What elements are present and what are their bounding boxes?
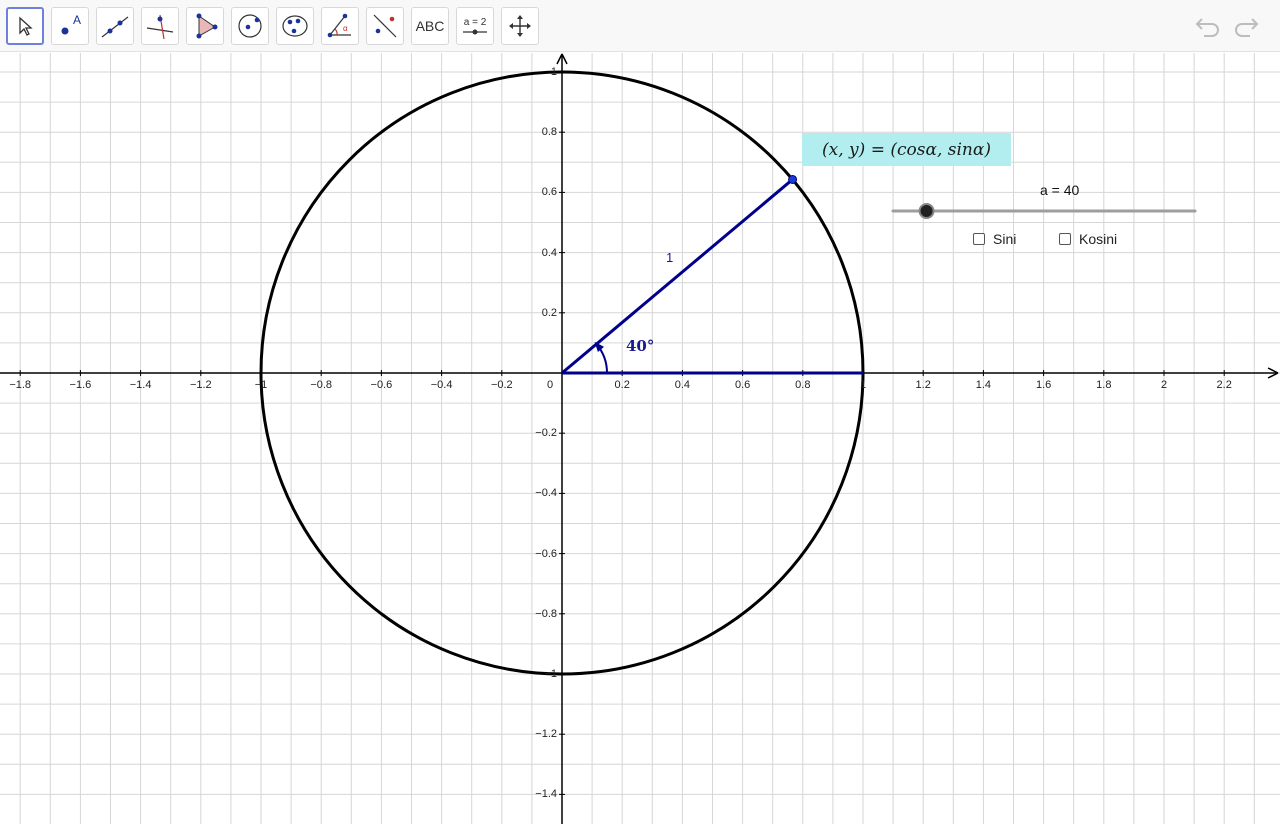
redo-icon (1235, 18, 1259, 37)
slider-tool-label: a = 2 (463, 16, 487, 28)
move-tool-button[interactable] (6, 7, 44, 45)
angle-tool-button[interactable]: α (321, 7, 359, 45)
point-on-circle (788, 174, 798, 184)
kosini-checkbox-box[interactable] (1059, 233, 1071, 245)
move-view-tool-button[interactable] (501, 7, 539, 45)
reflect-tool-button[interactable] (366, 7, 404, 45)
y-tick-label: 0.8 (541, 126, 557, 139)
y-tick-label: −1.4 (535, 788, 557, 801)
y-tick-label: −1.2 (535, 728, 557, 741)
redo-button[interactable] (1231, 12, 1261, 40)
perpendicular-line-icon (146, 14, 174, 40)
x-tick-label: −0.6 (370, 379, 393, 391)
slider-label: a = 40 (1040, 182, 1080, 198)
x-tick-label: −1.4 (129, 379, 152, 391)
x-tick-label: 0.2 (614, 379, 630, 391)
y-tick-label: 0.2 (541, 306, 557, 319)
x-tick-label: −0.4 (430, 379, 453, 391)
kosini-checkbox-label: Kosini (1079, 231, 1118, 247)
x-tick-label: −1 (254, 379, 268, 391)
sini-checkbox-box[interactable] (973, 233, 985, 245)
x-tick-label: −1.6 (69, 379, 92, 391)
kosini-checkbox[interactable]: Kosini (1059, 231, 1117, 247)
toolbar: A α ABC a = 2 (0, 0, 1280, 52)
line-tool-button[interactable] (96, 7, 134, 45)
x-tick-label: −1.2 (189, 379, 212, 391)
arrow-cursor-icon (19, 16, 33, 36)
text-icon: ABC (415, 18, 445, 34)
x-tick-label: 0.4 (674, 379, 691, 391)
y-tick-label: −0.8 (535, 607, 557, 620)
y-tick-label: 0.4 (541, 246, 557, 259)
point-tool-button[interactable]: A (51, 7, 89, 45)
angle-label: 40° (626, 337, 655, 355)
x-tick-label: 2 (1160, 379, 1168, 391)
slider-icon (463, 29, 487, 34)
x-tick-label: 1.2 (915, 379, 931, 391)
svg-text:A: A (73, 13, 81, 27)
x-tick-label: −0.2 (490, 379, 513, 391)
circle-tool-button[interactable] (231, 7, 269, 45)
line-through-points-icon (101, 16, 129, 38)
point-icon: A (61, 13, 81, 35)
reflect-about-line-icon (373, 14, 397, 38)
x-tick-label: 1.4 (975, 379, 992, 391)
graph-plot (0, 53, 1280, 824)
polygon-tool-button[interactable] (186, 7, 224, 45)
y-tick-label: −0.2 (535, 427, 557, 440)
angle-icon: α (327, 13, 351, 38)
formula-text-box[interactable]: (x, y) = (cosα, sinα) (802, 133, 1011, 166)
y-tick-label: 0.6 (541, 186, 557, 199)
svg-text:α: α (343, 24, 348, 33)
x-tick-label: 1.6 (1035, 379, 1052, 391)
sini-checkbox[interactable]: Sini (973, 231, 1016, 247)
polygon-icon (196, 13, 218, 39)
x-tick-label: 0.6 (734, 379, 751, 391)
sini-checkbox-label: Sini (993, 231, 1017, 247)
x-tick-label: 1 (859, 379, 867, 391)
x-tick-label: 2.2 (1216, 379, 1232, 391)
segment-length-label: 1 (666, 250, 674, 265)
slider-tool-button[interactable]: a = 2 (456, 7, 494, 45)
text-tool-button[interactable]: ABC (411, 7, 449, 45)
x-tick-label: −1.8 (9, 379, 32, 391)
x-tick-label: 1.8 (1096, 379, 1112, 391)
move-graphics-view-icon (509, 15, 531, 37)
y-tick-label: −1 (544, 668, 557, 680)
undo-button[interactable] (1193, 12, 1223, 40)
perpendicular-tool-button[interactable] (141, 7, 179, 45)
x-tick-label: 0.8 (795, 379, 811, 391)
radius-segment (561, 178, 794, 375)
y-tick-label: −0.6 (535, 547, 557, 560)
circle-center-point-icon (238, 14, 262, 38)
graphics-view[interactable]: −1.8 −1.6 −1.4 −1.2 −1 −0.8 −0.6 −0.4 −0.2 0 0.2 0.… (0, 53, 1280, 824)
circle-three-points-icon (282, 15, 308, 37)
x-tick-label: 0 (546, 379, 554, 391)
slider-knob[interactable] (918, 203, 935, 219)
undo-icon (1195, 18, 1219, 37)
y-tick-label: −0.4 (535, 487, 557, 500)
conic-tool-button[interactable] (276, 7, 314, 45)
y-tick-label: 1 (550, 66, 557, 78)
x-tick-label: −0.8 (310, 379, 333, 391)
